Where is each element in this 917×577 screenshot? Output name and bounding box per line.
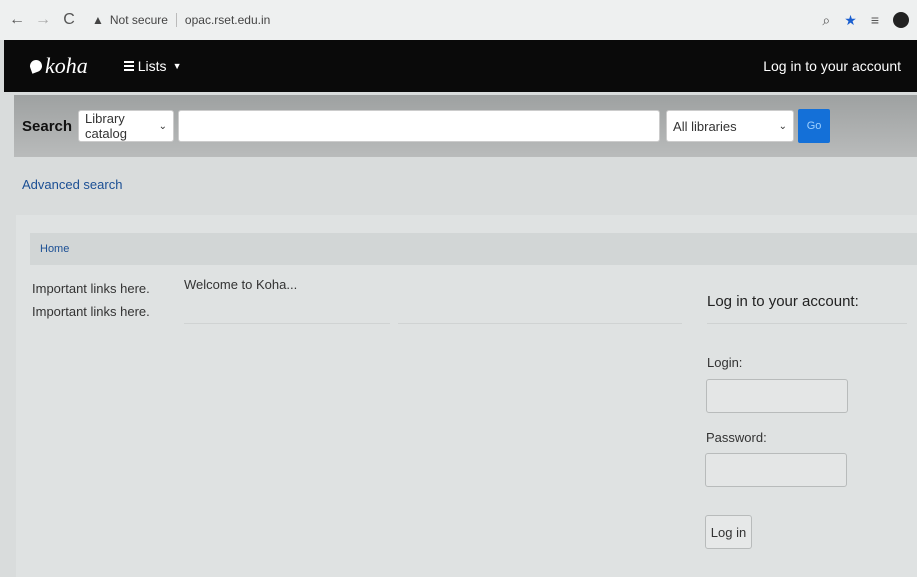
welcome-text: Welcome to Koha... — [184, 277, 298, 292]
chevron-down-icon: ⌄ — [778, 120, 788, 132]
reading-list-icon[interactable]: ≡ — [871, 12, 879, 28]
search-label: Search — [22, 117, 73, 135]
koha-logo-icon — [28, 58, 44, 74]
divider — [398, 323, 682, 324]
list-icon — [123, 61, 134, 71]
lists-label: Lists — [137, 58, 167, 74]
go-button[interactable]: Go — [798, 109, 831, 143]
divider — [184, 323, 390, 324]
password-input[interactable] — [705, 453, 847, 487]
warning-icon: ▲ — [92, 13, 104, 27]
logo-text: koha — [45, 53, 88, 78]
security-label: Not secure — [109, 13, 168, 27]
main-content: Home Important links here. Important lin… — [16, 215, 917, 577]
browser-toolbar: ← → C ▲ Not secure opac.rset.edu.in ⌕ ★ … — [0, 0, 917, 40]
lists-menu[interactable]: Lists ▼ — [123, 58, 182, 74]
important-link-item: Important links here. — [32, 304, 150, 319]
navbar-login-link[interactable]: Log in to your account — [763, 58, 901, 74]
reload-icon[interactable]: C — [60, 11, 78, 29]
advanced-search-link[interactable]: Advanced search — [22, 177, 122, 192]
forward-icon[interactable]: → — [34, 11, 52, 29]
login-panel-title: Log in to your account: — [707, 293, 859, 310]
top-navbar: koha Lists ▼ Log in to your account — [4, 40, 917, 92]
password-label: Password: — [706, 430, 767, 445]
login-button[interactable]: Log in — [705, 515, 752, 549]
catalog-select[interactable]: Library catalog ⌄ — [78, 110, 175, 142]
back-icon[interactable]: ← — [8, 11, 26, 29]
breadcrumb: Home — [30, 233, 917, 265]
zoom-icon[interactable]: ⌕ — [822, 12, 830, 29]
login-divider — [707, 323, 907, 324]
address-divider — [175, 13, 177, 27]
breadcrumb-home[interactable]: Home — [40, 243, 69, 255]
library-select[interactable]: All libraries ⌄ — [666, 110, 795, 142]
chevron-down-icon: ⌄ — [158, 120, 168, 132]
login-input[interactable] — [706, 379, 848, 413]
browser-actions: ⌕ ★ ≡ — [822, 12, 909, 29]
chevron-down-icon: ▼ — [172, 61, 182, 71]
library-select-value: All libraries — [673, 118, 737, 134]
profile-avatar[interactable] — [893, 12, 909, 28]
catalog-select-value: Library catalog — [85, 111, 127, 141]
important-links: Important links here. Important links he… — [32, 277, 150, 323]
bookmark-star-icon[interactable]: ★ — [844, 12, 857, 29]
koha-logo[interactable]: koha — [28, 53, 88, 79]
search-bar: Search Library catalog ⌄ All libraries ⌄… — [14, 95, 917, 157]
address-bar[interactable]: ▲ Not secure opac.rset.edu.in — [92, 13, 270, 27]
search-input[interactable] — [178, 110, 661, 142]
login-label: Login: — [707, 355, 743, 370]
important-link-item: Important links here. — [32, 281, 150, 296]
url-text: opac.rset.edu.in — [184, 13, 271, 27]
